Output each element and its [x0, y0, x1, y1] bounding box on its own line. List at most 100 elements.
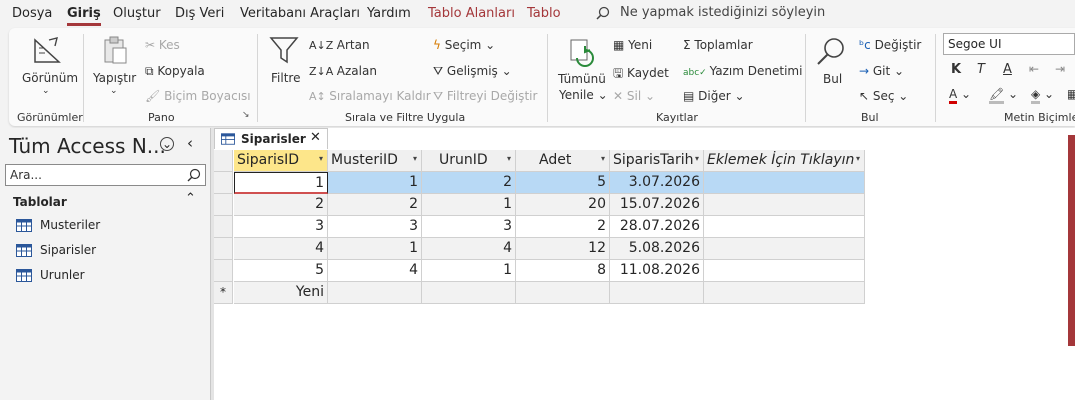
table-cell[interactable]: 1	[328, 172, 422, 194]
column-header-adet[interactable]: Adet ▾	[516, 150, 610, 172]
table-cell[interactable]	[704, 172, 865, 194]
table-cell[interactable]	[610, 282, 704, 304]
delete-record-button[interactable]: ✕ Sil ⌄	[613, 89, 655, 103]
clipboard-launcher-icon[interactable]: ↘	[242, 110, 250, 120]
table-cell[interactable]: 4	[328, 260, 422, 282]
new-row-selector[interactable]: *	[214, 282, 233, 304]
nav-pane-title[interactable]: Tüm Access N...	[9, 134, 166, 158]
nav-collapse-icon[interactable]: ‹	[187, 134, 193, 152]
tab-dis-veri[interactable]: Dış Veri	[175, 6, 224, 21]
table-cell[interactable]: 3.07.2026	[610, 172, 704, 194]
column-dropdown-icon[interactable]: ▾	[319, 154, 323, 163]
remove-sort-button[interactable]: A↕ Sıralamayı Kaldır	[309, 89, 431, 103]
table-cell[interactable]: 15.07.2026	[610, 194, 704, 216]
font-name-select[interactable]: Segoe UI	[943, 33, 1075, 55]
table-cell[interactable]	[328, 282, 422, 304]
select-button[interactable]: ↖ Seç ⌄	[859, 89, 908, 103]
new-record-cell[interactable]: Yeni	[234, 282, 328, 304]
chevron-up-icon[interactable]: ⌃	[185, 191, 196, 206]
view-dropdown-icon[interactable]: ⌄	[42, 86, 50, 96]
table-cell[interactable]: 8	[516, 260, 610, 282]
tab-dosya[interactable]: Dosya	[12, 6, 52, 21]
select-all-cell[interactable]	[214, 150, 233, 172]
row-selector[interactable]	[214, 216, 233, 238]
spelling-button[interactable]: abc✓ Yazım Denetimi	[683, 64, 802, 78]
search-icon[interactable]	[187, 168, 201, 182]
tell-me-search[interactable]: Ne yapmak istediğinizi söyleyin	[596, 5, 825, 20]
table-cell[interactable]	[704, 194, 865, 216]
table-cell[interactable]: 4	[234, 238, 328, 260]
column-header-siparisid[interactable]: SiparisID ▾	[234, 150, 328, 172]
table-cell[interactable]: 1	[328, 238, 422, 260]
nav-item-siparisler[interactable]: Siparisler	[16, 243, 96, 257]
italic-button[interactable]: T	[977, 62, 985, 77]
advanced-button[interactable]: ⛛ Gelişmiş ⌄	[433, 64, 512, 79]
table-cell[interactable]: 2	[422, 172, 516, 194]
table-cell[interactable]: 2	[328, 194, 422, 216]
refresh-all-button-line1[interactable]: Tümünü	[558, 72, 606, 86]
tab-giris[interactable]: Giriş	[67, 6, 101, 26]
tab-olustur[interactable]: Oluştur	[113, 6, 161, 21]
column-header-siparistarih[interactable]: SiparisTarih ▾	[610, 150, 704, 172]
table-cell[interactable]: 5	[234, 260, 328, 282]
table-cell[interactable]: 1	[422, 260, 516, 282]
table-cell[interactable]	[704, 282, 865, 304]
toggle-filter-button[interactable]: ⛛ Filtreyi Değiştir	[433, 89, 537, 104]
column-dropdown-icon[interactable]: ▾	[856, 154, 860, 163]
table-cell[interactable]: 2	[516, 216, 610, 238]
row-selector[interactable]	[214, 238, 233, 260]
column-header-add-field[interactable]: Eklemek İçin Tıklayın ▾	[704, 150, 865, 172]
fill-color-button[interactable]: ◈ ⌄	[1031, 87, 1054, 104]
table-cell[interactable]: 4	[422, 238, 516, 260]
tab-yardim[interactable]: Yardım	[367, 6, 411, 21]
refresh-all-button-line2[interactable]: Yenile ⌄	[559, 88, 608, 102]
column-header-musteriid[interactable]: MusteriID ▾	[328, 150, 422, 172]
goto-button[interactable]: → Git ⌄	[859, 64, 904, 78]
table-cell[interactable]	[704, 216, 865, 238]
table-cell[interactable]: 1	[422, 194, 516, 216]
indent-increase-icon[interactable]: ⇥	[1055, 62, 1065, 76]
paste-dropdown-icon[interactable]: ⌄	[110, 86, 118, 96]
table-cell[interactable]: 2	[234, 194, 328, 216]
paste-button[interactable]: Yapıştır	[93, 71, 136, 85]
bold-button[interactable]: K	[951, 62, 961, 77]
table-cell[interactable]: 3	[328, 216, 422, 238]
nav-menu-dropdown-icon[interactable]: ⌄	[160, 137, 174, 151]
cut-button[interactable]: ✂ Kes	[145, 38, 180, 52]
gridlines-icon[interactable]: ▦	[1067, 87, 1075, 101]
more-button[interactable]: ▤ Diğer ⌄	[683, 89, 745, 103]
tab-veritabani-araclari[interactable]: Veritabanı Araçları	[240, 6, 360, 21]
indent-decrease-icon[interactable]: ⇤	[1029, 62, 1039, 76]
column-dropdown-icon[interactable]: ▾	[413, 154, 417, 163]
nav-item-musteriler[interactable]: Musteriler	[16, 218, 100, 232]
font-color-button[interactable]: A ⌄	[949, 87, 971, 104]
column-dropdown-icon[interactable]: ▾	[601, 154, 605, 163]
table-cell[interactable]: 1	[234, 172, 328, 194]
table-cell[interactable]: 3	[234, 216, 328, 238]
find-button[interactable]: Bul	[823, 72, 842, 86]
document-tab-siparisler[interactable]: Siparisler ✕	[214, 128, 328, 149]
new-record-button[interactable]: ▦ Yeni	[613, 38, 652, 52]
sort-descending-button[interactable]: Z↓A Azalan	[309, 64, 377, 78]
nav-section-tables[interactable]: Tablolar	[13, 195, 67, 209]
nav-search-input[interactable]: Ara...	[5, 164, 206, 186]
table-cell[interactable]	[704, 238, 865, 260]
column-header-urunid[interactable]: UrunID ▾	[422, 150, 516, 172]
copy-button[interactable]: ⧉ Kopyala	[145, 64, 205, 79]
table-cell[interactable]: 28.07.2026	[610, 216, 704, 238]
format-painter-button[interactable]: 🖌 Biçim Boyacısı	[145, 89, 251, 103]
row-selector[interactable]	[214, 260, 233, 282]
row-selector[interactable]	[214, 172, 233, 194]
column-dropdown-icon[interactable]: ▾	[695, 154, 699, 163]
table-cell[interactable]: 5.08.2026	[610, 238, 704, 260]
table-cell[interactable]: 12	[516, 238, 610, 260]
column-dropdown-icon[interactable]: ▾	[507, 154, 511, 163]
view-button[interactable]: Görünüm	[22, 71, 78, 85]
table-cell[interactable]: 11.08.2026	[610, 260, 704, 282]
table-cell[interactable]: 3	[422, 216, 516, 238]
underline-button[interactable]: A	[1003, 62, 1012, 77]
table-cell[interactable]	[704, 260, 865, 282]
sort-ascending-button[interactable]: A↓Z Artan	[309, 38, 370, 52]
highlight-button[interactable]: 🖍 ⌄	[989, 87, 1018, 104]
table-cell[interactable]: 20	[516, 194, 610, 216]
